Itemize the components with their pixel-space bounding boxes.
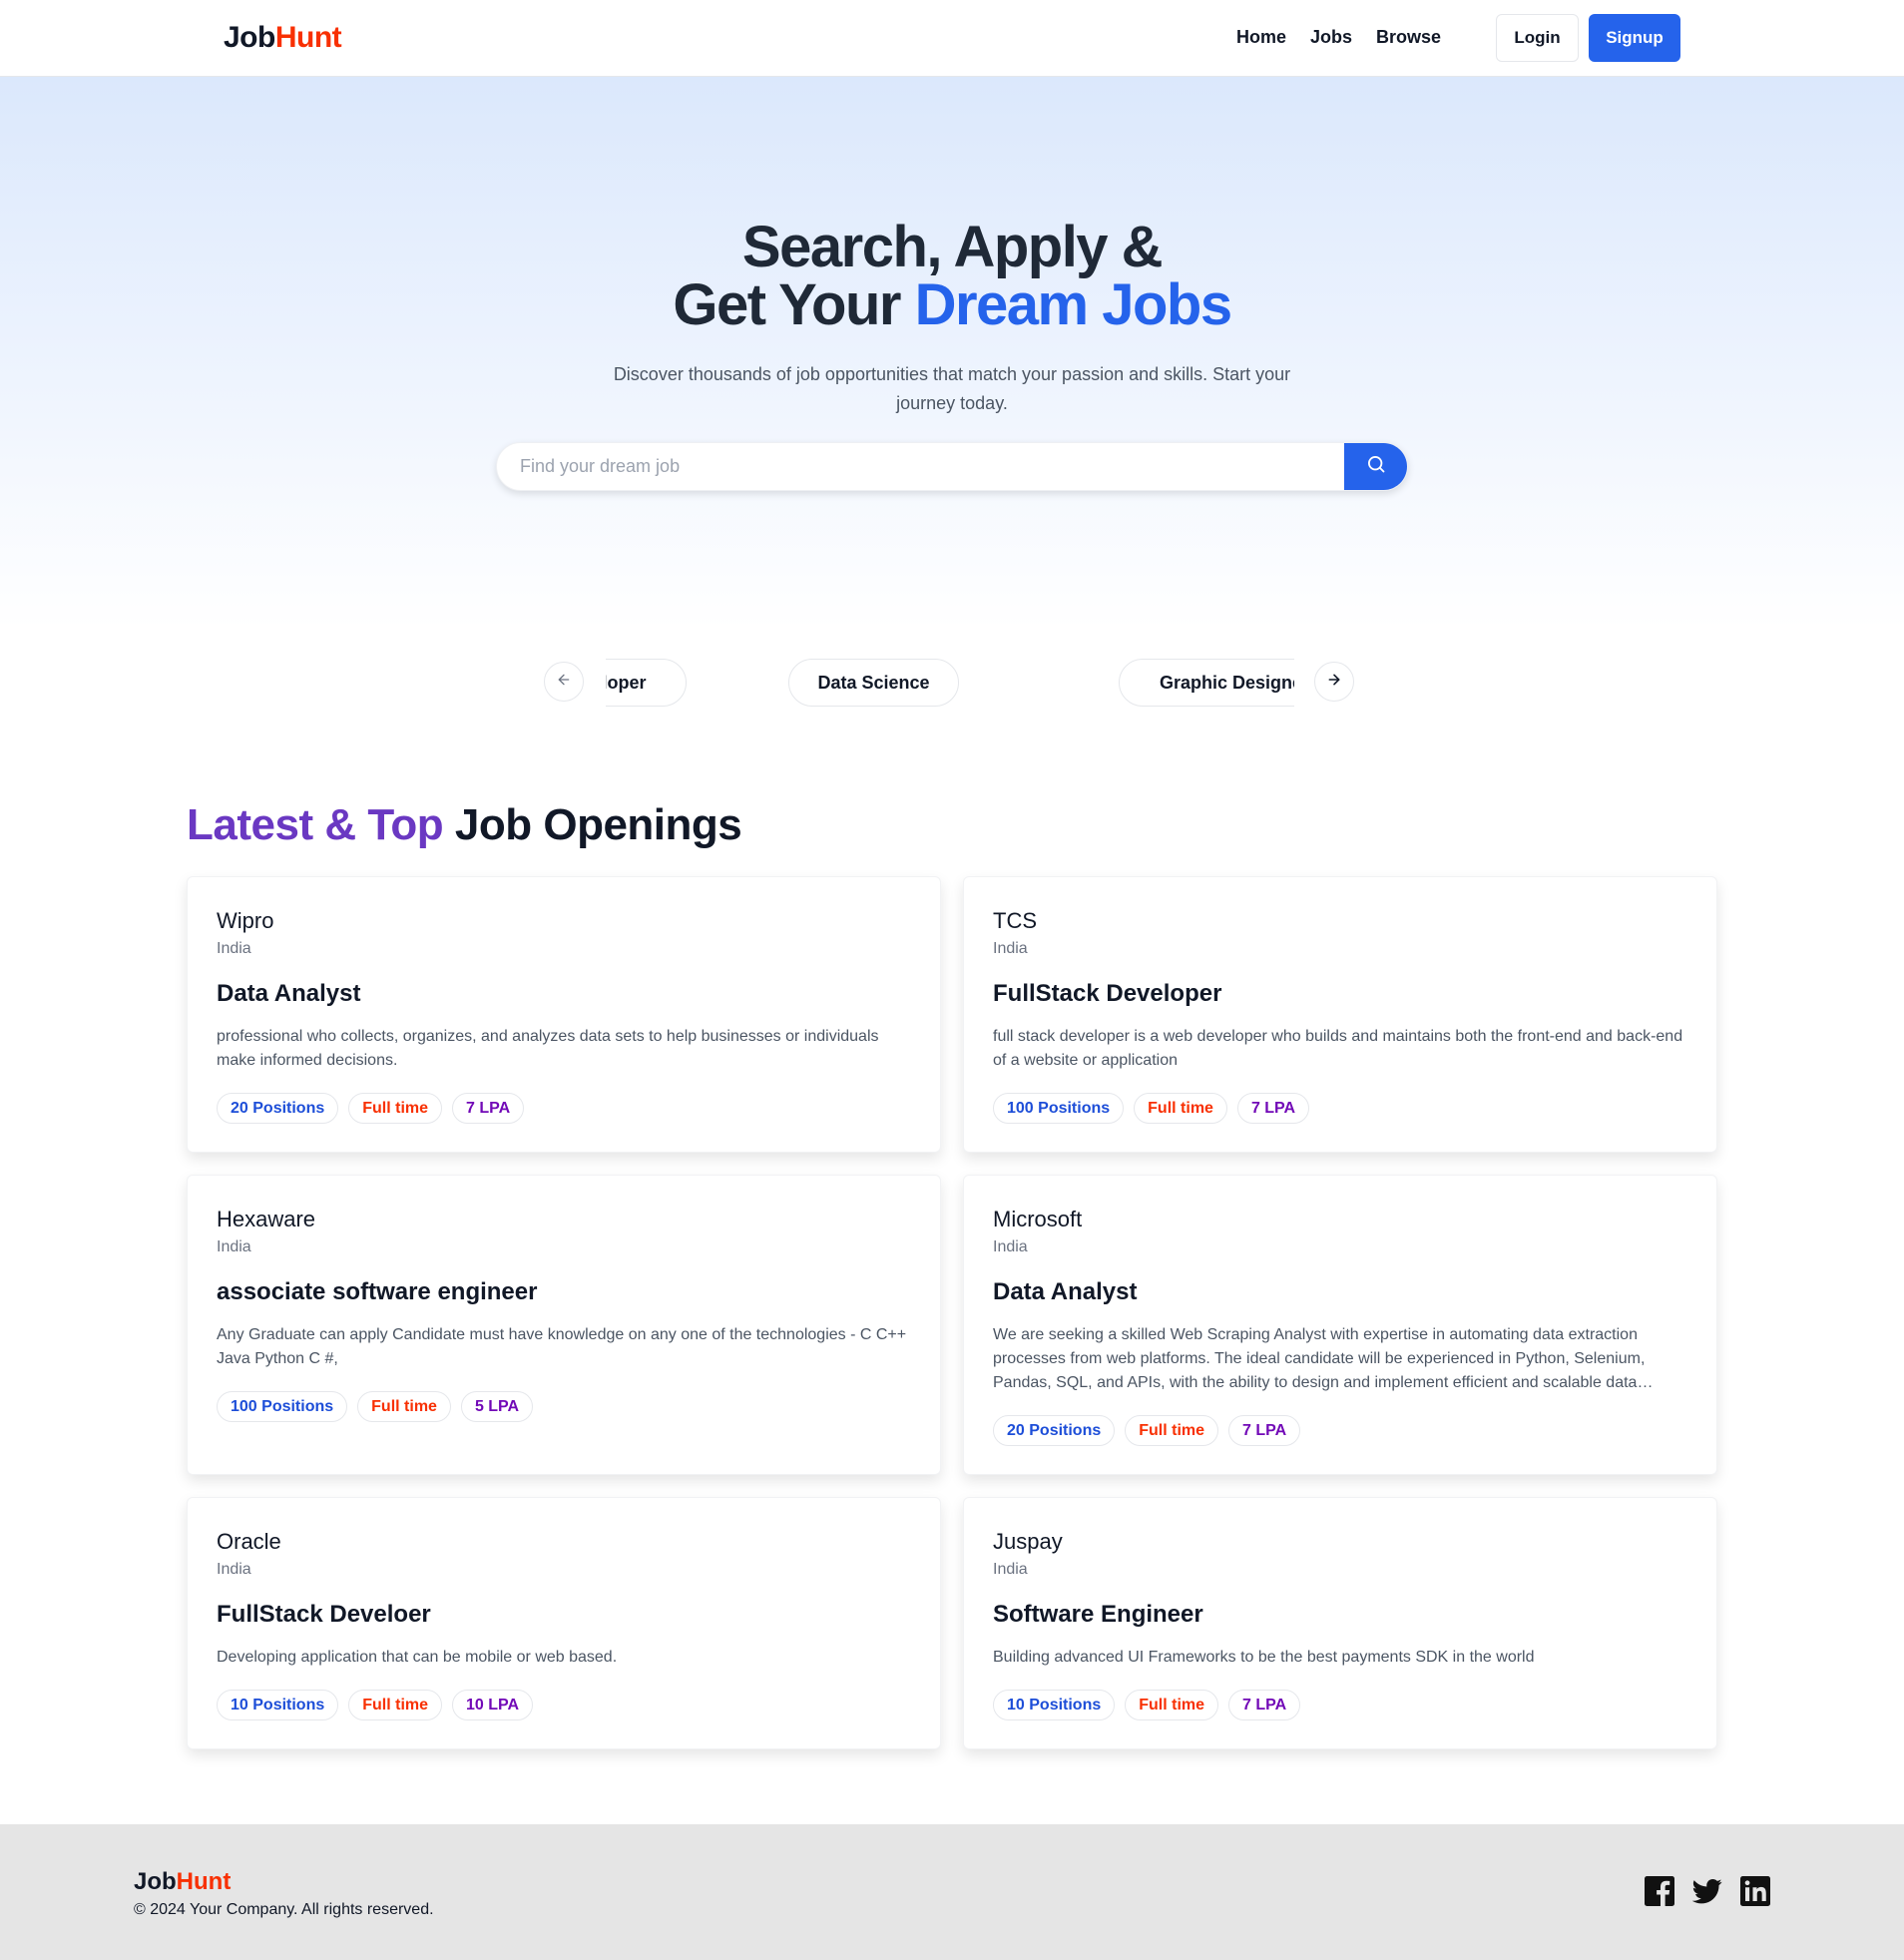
hero-section: Search, Apply & Get Your Dream Jobs Disc… xyxy=(0,77,1904,629)
job-title: FullStack Develoer xyxy=(217,1601,431,1628)
hero-title-line2: Get Your xyxy=(673,272,915,337)
footer-logo-part1: Job xyxy=(134,1868,177,1895)
nav-link-home[interactable]: Home xyxy=(1236,27,1286,48)
salary-badge: 10 LPA xyxy=(452,1690,534,1720)
search-input[interactable] xyxy=(497,443,1345,490)
job-location: India xyxy=(993,940,1028,957)
carousel-prev-button[interactable] xyxy=(544,662,584,702)
positions-badge: 100 Positions xyxy=(993,1093,1125,1124)
nav-links: Home Jobs Browse xyxy=(1236,27,1441,48)
nav-link-jobs[interactable]: Jobs xyxy=(1310,27,1352,48)
job-description: Any Graduate can apply Candidate must ha… xyxy=(217,1326,907,1367)
company-name: Microsoft xyxy=(993,1207,1083,1231)
company-name: TCS xyxy=(993,908,1037,933)
arrow-left-icon xyxy=(556,672,572,693)
company-name: Oracle xyxy=(217,1529,281,1554)
footer-logo: JobHunt xyxy=(134,1868,231,1896)
linkedin-icon[interactable] xyxy=(1740,1876,1770,1906)
salary-badge: 7 LPA xyxy=(1236,1093,1310,1124)
twitter-icon[interactable] xyxy=(1691,1876,1722,1906)
footer: JobHunt © 2024 Your Company. All rights … xyxy=(0,1824,1904,1960)
brand-logo-part1: Job xyxy=(224,21,275,54)
nav-link-browse[interactable]: Browse xyxy=(1376,27,1441,48)
category-item[interactable]: Data Science xyxy=(788,659,959,707)
job-type-badge: Full time xyxy=(348,1690,443,1720)
salary-badge: 7 LPA xyxy=(1228,1415,1301,1446)
job-description: full stack developer is a web developer … xyxy=(993,1028,1683,1069)
category-item[interactable]: Frontend Developer xyxy=(606,659,687,707)
hero-subtitle: Discover thousands of job opportunities … xyxy=(613,364,1291,413)
job-card[interactable]: Microsoft India Data Analyst We are seek… xyxy=(963,1175,1717,1475)
job-location: India xyxy=(217,940,251,957)
job-card[interactable]: Juspay India Software Engineer Building … xyxy=(963,1497,1717,1749)
job-type-badge: Full time xyxy=(1125,1690,1219,1720)
job-title: Software Engineer xyxy=(993,1601,1203,1628)
job-type-badge: Full time xyxy=(348,1093,443,1124)
jobs-title-highlight: Latest & Top xyxy=(187,800,444,849)
jobs-title-plain: Job Openings xyxy=(443,800,742,849)
arrow-right-icon xyxy=(1326,672,1342,693)
job-title: associate software engineer xyxy=(217,1278,538,1305)
positions-badge: 10 Positions xyxy=(217,1690,339,1720)
job-location: India xyxy=(217,1561,251,1578)
search-button[interactable] xyxy=(1344,443,1407,490)
job-type-badge: Full time xyxy=(1125,1415,1219,1446)
job-badges: 10 Positions Full time 10 LPA xyxy=(217,1690,911,1720)
salary-badge: 7 LPA xyxy=(1228,1690,1301,1720)
hero-title-line1: Search, Apply & xyxy=(741,215,1164,279)
job-type-badge: Full time xyxy=(357,1391,451,1422)
job-badges: 100 Positions Full time 7 LPA xyxy=(993,1093,1687,1124)
navbar: JobHunt Home Jobs Browse Login Signup xyxy=(0,0,1904,77)
brand-logo-part2: Hunt xyxy=(274,21,342,54)
job-description: Building advanced UI Frameworks to be th… xyxy=(993,1649,1535,1666)
job-location: India xyxy=(993,1561,1028,1578)
job-card[interactable]: Oracle India FullStack Develoer Developi… xyxy=(187,1497,941,1749)
job-title: Data Analyst xyxy=(993,1278,1138,1305)
job-description: Developing application that can be mobil… xyxy=(217,1649,618,1666)
job-badges: 10 Positions Full time 7 LPA xyxy=(993,1690,1687,1720)
hero-title: Search, Apply & Get Your Dream Jobs xyxy=(0,219,1904,334)
job-type-badge: Full time xyxy=(1134,1093,1227,1124)
signup-button[interactable]: Signup xyxy=(1589,14,1680,62)
company-name: Wipro xyxy=(217,908,274,933)
positions-badge: 20 Positions xyxy=(217,1093,339,1124)
footer-copyright: © 2024 Your Company. All rights reserved… xyxy=(134,1901,434,1918)
brand-logo[interactable]: JobHunt xyxy=(224,21,342,55)
carousel-next-button[interactable] xyxy=(1314,662,1354,702)
job-card[interactable]: Hexaware India associate software engine… xyxy=(187,1175,941,1475)
category-item[interactable]: Graphic Designer xyxy=(1119,659,1294,707)
job-badges: 20 Positions Full time 7 LPA xyxy=(217,1093,911,1124)
company-name: Juspay xyxy=(993,1529,1063,1554)
hero-title-highlight: Dream Jobs xyxy=(914,272,1233,337)
job-badges: 100 Positions Full time 5 LPA xyxy=(217,1391,911,1422)
jobs-section-title: Latest & Top Job Openings xyxy=(187,800,742,850)
salary-badge: 5 LPA xyxy=(460,1391,534,1422)
positions-badge: 100 Positions xyxy=(217,1391,348,1422)
job-location: India xyxy=(217,1238,251,1255)
job-cards-grid: Wipro India Data Analyst professional wh… xyxy=(187,876,1717,1749)
search-icon xyxy=(1366,454,1386,479)
job-card[interactable]: Wipro India Data Analyst professional wh… xyxy=(187,876,941,1153)
search-bar xyxy=(496,442,1408,491)
salary-badge: 7 LPA xyxy=(452,1093,525,1124)
job-title: FullStack Developer xyxy=(993,980,1222,1007)
footer-logo-part2: Hunt xyxy=(176,1868,232,1895)
job-title: Data Analyst xyxy=(217,980,361,1007)
job-location: India xyxy=(993,1238,1028,1255)
category-track: Frontend Developer Data Science Graphic … xyxy=(606,659,1294,707)
category-carousel: Frontend Developer Data Science Graphic … xyxy=(544,659,1354,707)
company-name: Hexaware xyxy=(217,1207,316,1231)
job-badges: 20 Positions Full time 7 LPA xyxy=(993,1415,1687,1446)
job-description: We are seeking a skilled Web Scraping An… xyxy=(993,1326,1646,1391)
login-button[interactable]: Login xyxy=(1496,14,1579,62)
positions-badge: 10 Positions xyxy=(993,1690,1116,1720)
facebook-icon[interactable] xyxy=(1645,1876,1674,1906)
job-description: professional who collects, organizes, an… xyxy=(217,1028,879,1069)
positions-badge: 20 Positions xyxy=(993,1415,1116,1446)
social-links xyxy=(1645,1876,1770,1906)
job-card[interactable]: TCS India FullStack Developer full stack… xyxy=(963,876,1717,1153)
